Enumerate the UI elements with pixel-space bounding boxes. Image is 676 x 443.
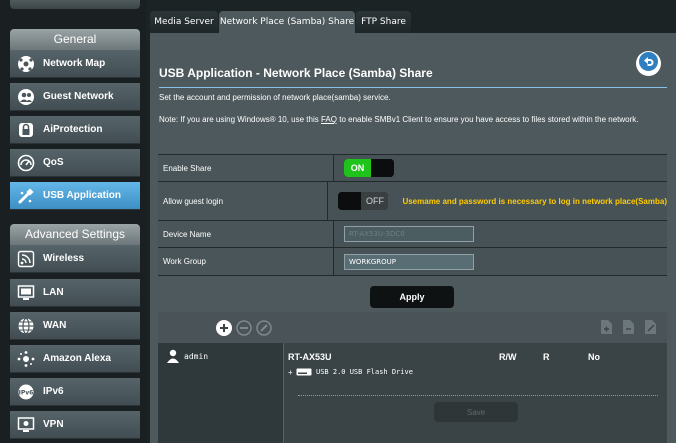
sidebar-item-guest-network[interactable]: Guest Network [10, 83, 140, 111]
note-suffix: to enable SMBv1 Client to ensure you hav… [337, 115, 639, 124]
delete-folder-icon [623, 320, 634, 334]
work-group-field[interactable] [344, 253, 474, 270]
note-prefix: Note: If you are using Windows® 10, use … [159, 115, 321, 124]
tab-ftp-share[interactable]: FTP Share [356, 11, 411, 33]
toggle-knob [338, 192, 362, 210]
delete-folder-button[interactable] [622, 319, 635, 335]
device-name-label: Device Name [158, 221, 334, 247]
account-toolbar [158, 312, 667, 343]
user-icon [167, 349, 179, 363]
edit-account-button[interactable] [256, 320, 272, 336]
tab-samba-share[interactable]: Network Place (Samba) Share [219, 11, 355, 33]
remove-account-button[interactable] [236, 320, 252, 336]
work-group-row: Work Group [158, 248, 667, 276]
drive-icon [296, 368, 312, 376]
sidebar-item-qos[interactable]: QoS [10, 149, 140, 177]
sidebar-item-aiprotection[interactable]: AiProtection [10, 116, 140, 144]
perm-header-no: No [588, 352, 600, 362]
sidebar-item-label: Amazon Alexa [43, 353, 111, 364]
page-description: Set the account and permission of networ… [159, 93, 391, 102]
drive-item[interactable]: + USB 2.0 USB Flash Drive [288, 367, 413, 377]
allow-guest-row: Allow guest login OFF Usemame and passwo… [158, 182, 667, 221]
sidebar-top-stub [10, 0, 140, 9]
main-panel: USB Application - Network Place (Samba) … [150, 33, 676, 443]
sidebar-item-label: AiProtection [43, 124, 103, 135]
sidebar-general-header: General [10, 29, 140, 50]
expand-toggle[interactable]: + [288, 368, 296, 377]
sidebar-item-usb-application[interactable]: USB Application [10, 182, 140, 210]
sidebar-item-label: LAN [43, 287, 64, 298]
sidebar-item-vpn[interactable]: VPN [10, 411, 140, 439]
toggle-off-text: OFF [361, 192, 389, 210]
sidebar-item-wireless[interactable]: Wireless [10, 245, 140, 273]
device-header: RT-AX53U [288, 352, 332, 362]
sidebar-item-label: Guest Network [43, 91, 114, 102]
title-divider [159, 87, 667, 88]
sidebar: General Network Map Guest Network AiProt… [0, 0, 146, 443]
network-map-icon [15, 53, 37, 75]
device-name-row: Device Name [158, 221, 667, 248]
enable-share-toggle[interactable]: ON [344, 159, 394, 177]
work-group-label: Work Group [158, 248, 334, 275]
back-arrow-icon [638, 51, 659, 77]
sidebar-item-wan[interactable]: WAN [10, 312, 140, 340]
apply-button[interactable]: Apply [370, 286, 454, 308]
new-folder-icon [601, 320, 612, 334]
minus-icon [236, 320, 252, 336]
account-username: admin [184, 351, 209, 361]
usb-application-icon [15, 185, 37, 207]
faq-link[interactable]: FAQ [321, 115, 337, 124]
ipv6-icon: IPv6 [15, 381, 37, 403]
wan-globe-icon [15, 315, 37, 337]
perm-header-rw: R/W [499, 352, 517, 362]
vpn-icon [15, 414, 37, 436]
rename-folder-button[interactable] [644, 319, 657, 335]
sidebar-item-label: Wireless [43, 253, 85, 264]
page-title: USB Application - Network Place (Samba) … [159, 66, 433, 80]
new-folder-button[interactable] [600, 319, 613, 335]
wireless-icon [15, 248, 37, 270]
account-item-admin[interactable]: admin [166, 349, 208, 363]
sidebar-item-label: QoS [43, 157, 64, 168]
guest-network-icon [15, 86, 37, 108]
account-permission-panel: admin RT-AX53U R/W R No + USB 2.0 USB Fl… [158, 312, 667, 443]
svg-text:IPv6: IPv6 [19, 389, 34, 396]
amazon-alexa-icon [15, 348, 37, 370]
dotted-divider [298, 395, 658, 396]
toggle-on-text: ON [344, 159, 371, 177]
qos-gauge-icon [15, 152, 37, 174]
save-button[interactable]: Save [434, 402, 518, 422]
sidebar-item-network-map[interactable]: Network Map [10, 50, 140, 78]
sidebar-item-label: IPv6 [43, 386, 64, 397]
sidebar-item-label: VPN [43, 419, 64, 430]
add-account-button[interactable] [216, 320, 232, 336]
sidebar-item-lan[interactable]: LAN [10, 279, 140, 307]
slash-circle-icon [256, 320, 272, 336]
drive-label: USB 2.0 USB Flash Drive [316, 368, 413, 376]
perm-header-r: R [543, 352, 550, 362]
allow-guest-label: Allow guest login [158, 182, 329, 220]
back-button[interactable] [636, 51, 661, 76]
plus-icon [216, 320, 232, 336]
toggle-knob [371, 159, 394, 177]
edit-folder-icon [645, 320, 656, 334]
sidebar-advanced-header: Advanced Settings [10, 224, 140, 245]
sidebar-item-label: WAN [43, 320, 67, 331]
tab-media-server[interactable]: Media Server [150, 11, 218, 33]
allow-guest-toggle[interactable]: OFF [338, 192, 389, 210]
enable-share-row: Enable Share ON [158, 154, 667, 182]
aiprotection-lock-icon [15, 119, 37, 141]
sidebar-item-ipv6[interactable]: IPv6 IPv6 [10, 378, 140, 406]
lan-icon [15, 282, 37, 304]
guest-warning-text: Usemame and password is necessary to log… [402, 196, 667, 206]
sidebar-item-amazon-alexa[interactable]: Amazon Alexa [10, 345, 140, 373]
sidebar-item-label: USB Application [43, 190, 121, 201]
device-name-field[interactable] [344, 226, 474, 242]
enable-share-label: Enable Share [158, 155, 334, 181]
sidebar-item-label: Network Map [43, 58, 106, 69]
windows-note: Note: If you are using Windows® 10, use … [159, 113, 669, 127]
